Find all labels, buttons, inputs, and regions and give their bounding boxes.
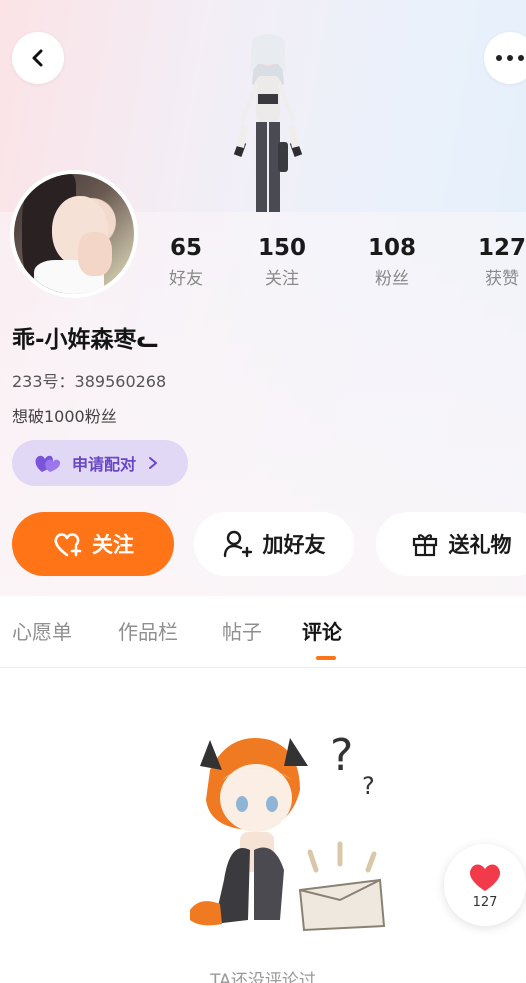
gift-icon <box>412 534 437 557</box>
profile-stats: 65 好友 150 关注 108 粉丝 127 获赞 <box>0 232 526 302</box>
stat-label: 粉丝 <box>375 269 409 289</box>
stat-fans[interactable]: 108 粉丝 <box>352 232 432 294</box>
stat-value: 65 <box>169 235 202 261</box>
more-dots-icon <box>496 55 524 61</box>
stat-friends[interactable]: 65 好友 <box>146 232 226 294</box>
empty-state-text: TA还没评论过 <box>210 971 316 983</box>
svg-text:?: ? <box>362 772 375 800</box>
stat-likes[interactable]: 127 获赞 <box>462 232 526 294</box>
user-nickname: 乖-小姩森枣ᓚ <box>12 327 158 353</box>
back-arrow-icon <box>32 49 43 67</box>
active-tab-indicator <box>316 656 336 660</box>
request-pair-button[interactable]: 申请配对 <box>12 440 188 486</box>
tab-posts[interactable]: 帖子 <box>222 616 262 645</box>
tab-wishlist[interactable]: 心愿单 <box>12 616 72 645</box>
like-float-button[interactable]: 127 <box>444 844 526 926</box>
stat-following[interactable]: 150 关注 <box>242 232 322 294</box>
follow-label: 关注 <box>92 533 134 557</box>
user-id[interactable]: 233号：389560268 <box>12 368 166 392</box>
svg-text:?: ? <box>330 730 353 781</box>
send-gift-button[interactable]: 送礼物 <box>376 512 526 576</box>
stat-value: 150 <box>257 235 306 261</box>
stat-label: 关注 <box>265 269 299 289</box>
empty-state-illustration: ? ? <box>190 730 386 932</box>
back-button[interactable] <box>12 32 64 84</box>
stat-label: 获赞 <box>485 269 519 289</box>
like-count: 127 <box>472 894 498 910</box>
add-friend-button[interactable]: 加好友 <box>194 512 354 576</box>
person-plus-icon <box>223 530 252 558</box>
heart-plus-icon <box>54 533 82 557</box>
chevron-right-icon <box>149 457 158 469</box>
send-gift-label: 送礼物 <box>448 533 512 557</box>
stat-label: 好友 <box>169 269 203 289</box>
avatar-3d-character[interactable] <box>218 24 318 212</box>
tab-works[interactable]: 作品栏 <box>118 616 178 645</box>
heart-icon <box>469 864 501 891</box>
hearts-icon <box>35 455 61 472</box>
stat-value: 108 <box>367 235 416 261</box>
add-friend-label: 加好友 <box>262 533 326 557</box>
tab-comments[interactable]: 评论 <box>302 616 342 645</box>
stat-value: 127 <box>477 235 526 261</box>
follow-button[interactable]: 关注 <box>12 512 174 576</box>
user-bio: 想破1000粉丝 <box>12 407 117 426</box>
request-pair-label: 申请配对 <box>72 455 137 474</box>
content-tabs: 心愿单 作品栏 帖子 评论 <box>0 596 526 668</box>
